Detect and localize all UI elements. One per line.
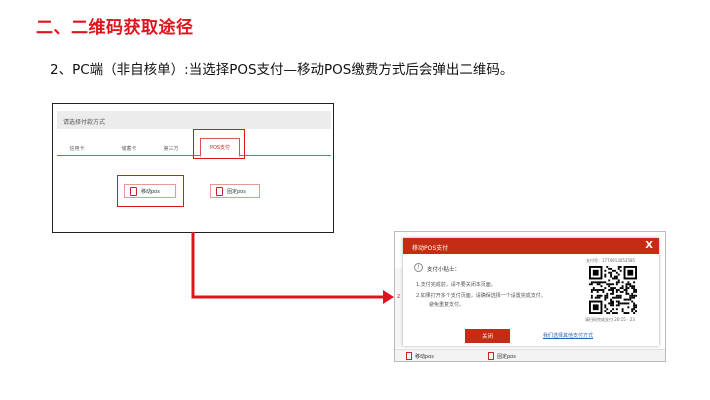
close-icon[interactable]: X (645, 240, 653, 251)
mobile-pos-label: 移动pos (415, 354, 434, 360)
tip-title: 支付小贴士： (427, 267, 461, 273)
close-button[interactable]: 关闭 (465, 329, 510, 343)
fixed-pos-button[interactable]: 固定pos (485, 352, 529, 361)
tip-line: 避免重复支付。 (429, 302, 465, 308)
tip-line: 1.支付完成前，请不要关闭本页面。 (416, 282, 496, 288)
bottom-pos-bar: 移动pos 固定pos (395, 349, 665, 361)
background-page-edge (395, 268, 403, 348)
tip-line: 2.如果打开多个支付页面，请确保选择一个设置完成支付， (416, 293, 546, 299)
mobile-pos-dialog: 移动POS支付 X ! 支付小贴士： 1.支付完成前，请不要关闭本页面。 2.如… (403, 238, 659, 346)
qr-caption: 请扫码完成支付 20:15 - 23 (585, 317, 635, 322)
pos-terminal-icon (488, 352, 494, 360)
dialog-title: 移动POS支付 (412, 245, 449, 252)
pos-terminal-icon (406, 352, 412, 360)
payment-number: 支付号：1774913053585 (586, 258, 636, 263)
fixed-pos-label: 固定pos (497, 354, 516, 360)
other-payment-link[interactable]: 我们选择其他支付方式 (543, 332, 593, 339)
mobile-pos-dialog-screenshot: 2 移动POS支付 X ! 支付小贴士： 1.支付完成前，请不要关闭本页面。 2… (394, 231, 666, 362)
qr-code (589, 266, 637, 314)
info-icon: ! (414, 263, 423, 272)
dialog-header: 移动POS支付 X (403, 238, 659, 254)
mobile-pos-button[interactable]: 移动pos (403, 352, 447, 361)
background-page-marker: 2 (397, 294, 401, 300)
